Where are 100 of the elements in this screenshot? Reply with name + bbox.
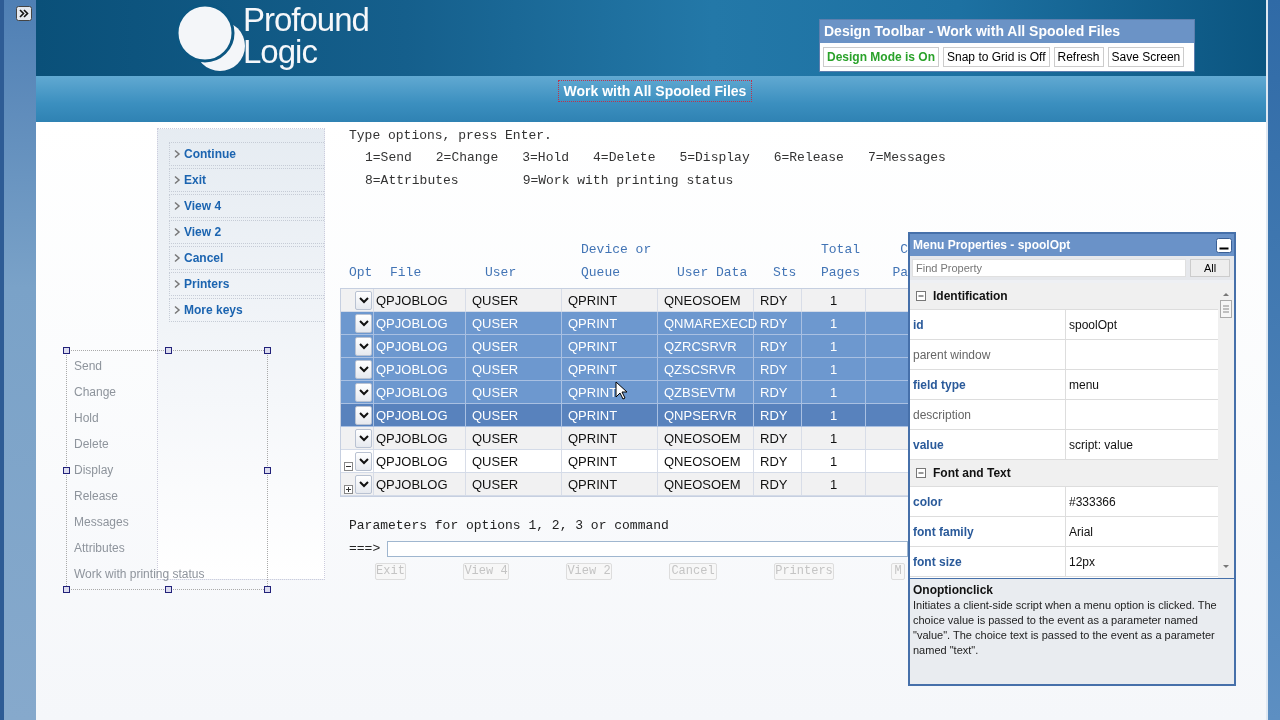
menu-option[interactable]: Delete	[74, 433, 267, 459]
option-text: 2=Change	[435, 149, 499, 167]
toolbar-button[interactable]: Design Mode is On	[823, 47, 939, 67]
toolbar-title: Design Toolbar - Work with All Spooled Files	[820, 20, 1194, 43]
chevron-right-icon	[173, 253, 181, 263]
property-name: value	[910, 430, 1066, 459]
menu-option[interactable]: Display	[74, 459, 267, 485]
filter-button[interactable]: All	[1190, 259, 1230, 277]
table-cell: QZBSEVTM	[664, 384, 736, 400]
help-text: Initiates a client-side script when a menu option is clicked. The choice value is passed to the event as a parameter named "value". The choice text is passed to the event as a parameter named "text".	[913, 598, 1218, 658]
option-menu[interactable]: Send Change Hold Delete Display Release Messages Attributes Work with printing status	[66, 350, 268, 590]
property-value[interactable]: spoolOpt	[1066, 310, 1218, 339]
resize-handle[interactable]	[63, 347, 70, 354]
function-key-label[interactable]: More keys	[184, 303, 243, 317]
function-key-item[interactable]: Exit	[169, 168, 324, 192]
resize-handle[interactable]	[264, 586, 271, 593]
option-dropdown[interactable]	[355, 428, 372, 448]
column-header: Total Pages	[821, 241, 861, 282]
function-key-item[interactable]: Continue	[169, 142, 324, 166]
table-row[interactable]: QPJOBLOG QUSER QPRINT QNEOSOEM RDY 1	[341, 289, 908, 312]
option-dropdown[interactable]	[355, 451, 372, 471]
function-key-label[interactable]: View 2	[184, 225, 222, 239]
chevron-right-icon	[173, 305, 181, 315]
collapse-icon[interactable]	[344, 462, 353, 471]
table-row[interactable]: QPJOBLOG QUSER QPRINT QNEOSOEM RDY 1	[341, 450, 908, 473]
option-dropdown[interactable]	[355, 290, 372, 310]
property-value[interactable]: #333366	[1066, 487, 1218, 516]
function-key-label[interactable]: Continue	[184, 147, 236, 161]
column-header: File	[390, 264, 423, 282]
function-key-item[interactable]: Printers	[169, 272, 324, 296]
function-key-label[interactable]: View 4	[184, 199, 222, 213]
option-dropdown[interactable]	[355, 336, 372, 356]
search-field[interactable]: Find Property	[912, 259, 1186, 277]
menu-option[interactable]: Work with printing status	[74, 563, 267, 589]
table-cell: QUSER	[472, 407, 519, 423]
table-cell: 1	[829, 384, 838, 400]
option-dropdown[interactable]	[355, 474, 372, 494]
resize-handle[interactable]	[63, 467, 70, 474]
menu-option[interactable]: Send	[74, 355, 267, 381]
table-cell: RDY	[760, 453, 788, 469]
column-header: Opt	[349, 264, 374, 282]
column-header: C Pa	[892, 241, 908, 282]
table-cell: QPRINT	[568, 361, 618, 377]
table-cell: QPJOBLOG	[376, 430, 448, 446]
property-value[interactable]: Arial	[1066, 517, 1218, 546]
table-cell: QPJOBLOG	[376, 384, 448, 400]
expand-icon[interactable]	[344, 485, 353, 494]
property-value[interactable]: 12px	[1066, 547, 1218, 576]
function-key-label[interactable]: Printers	[184, 277, 230, 291]
property-name: parent window	[910, 340, 1066, 369]
resize-handle[interactable]	[264, 347, 271, 354]
property-value[interactable]: script: value	[1066, 430, 1218, 459]
minimize-icon[interactable]	[1216, 237, 1232, 253]
menu-option[interactable]: Attributes	[74, 537, 267, 563]
table-row[interactable]: QPJOBLOG QUSER QPRINT QNEOSOEM RDY 1	[341, 473, 908, 496]
property-value[interactable]: menu	[1066, 370, 1218, 399]
help-title: Onoptionclick	[913, 583, 994, 598]
option-text: 5=Display	[679, 149, 750, 167]
function-key-item[interactable]: More keys	[169, 298, 324, 322]
resize-handle[interactable]	[165, 586, 172, 593]
menu-option[interactable]: Hold	[74, 407, 267, 433]
menu-option[interactable]: Messages	[74, 511, 267, 537]
table-cell: RDY	[760, 315, 788, 331]
logo-text: Logic	[243, 36, 318, 68]
option-dropdown[interactable]	[355, 313, 372, 333]
chevron-right-icon	[173, 201, 181, 211]
chevron-down-icon	[358, 342, 369, 350]
function-key-item[interactable]: View 2	[169, 220, 324, 244]
option-dropdown[interactable]	[355, 382, 372, 402]
property-name: font size	[910, 547, 1066, 576]
function-key-item[interactable]: View 4	[169, 194, 324, 218]
property-name: color	[910, 487, 1066, 516]
function-key-label[interactable]: Exit	[184, 173, 206, 187]
table-cell: RDY	[760, 338, 788, 354]
table-cell: QNMAREXECD	[664, 315, 758, 331]
function-key-item[interactable]: Cancel	[169, 246, 324, 270]
table-row[interactable]: QPJOBLOG QUSER QPRINT QNPSERVR RDY 1	[341, 404, 908, 427]
menu-option[interactable]: Release	[74, 485, 267, 511]
resize-handle[interactable]	[63, 586, 70, 593]
command-prompt: ===>	[349, 540, 381, 558]
table-row[interactable]: QPJOBLOG QUSER QPRINT QZRCSRVR RDY 1	[341, 335, 908, 358]
expand-panel-icon[interactable]	[16, 6, 32, 21]
table-row[interactable]: QPJOBLOG QUSER QPRINT QNMAREXECD RDY 1	[341, 312, 908, 335]
resize-handle[interactable]	[264, 467, 271, 474]
table-row[interactable]: QPJOBLOG QUSER QPRINT QZSCSRVR RDY 1	[341, 358, 908, 381]
table-cell: QUSER	[472, 292, 519, 308]
table-cell: QPJOBLOG	[376, 338, 448, 354]
resize-handle[interactable]	[165, 347, 172, 354]
toolbar-button[interactable]: Refresh	[1053, 47, 1104, 67]
command-field[interactable]	[387, 541, 908, 557]
scrollbar[interactable]	[1218, 283, 1234, 578]
table-cell: QPRINT	[568, 338, 618, 354]
option-dropdown[interactable]	[355, 359, 372, 379]
option-dropdown[interactable]	[355, 405, 372, 425]
chevron-right-icon	[173, 279, 181, 289]
menu-option[interactable]: Change	[74, 381, 267, 407]
table-row[interactable]: QPJOBLOG QUSER QPRINT QNEOSOEM RDY 1	[341, 427, 908, 450]
function-key-label[interactable]: Cancel	[184, 251, 224, 265]
toolbar-button[interactable]: Save Screen	[1107, 47, 1185, 67]
toolbar-button[interactable]: Snap to Grid is Off	[943, 47, 1050, 67]
